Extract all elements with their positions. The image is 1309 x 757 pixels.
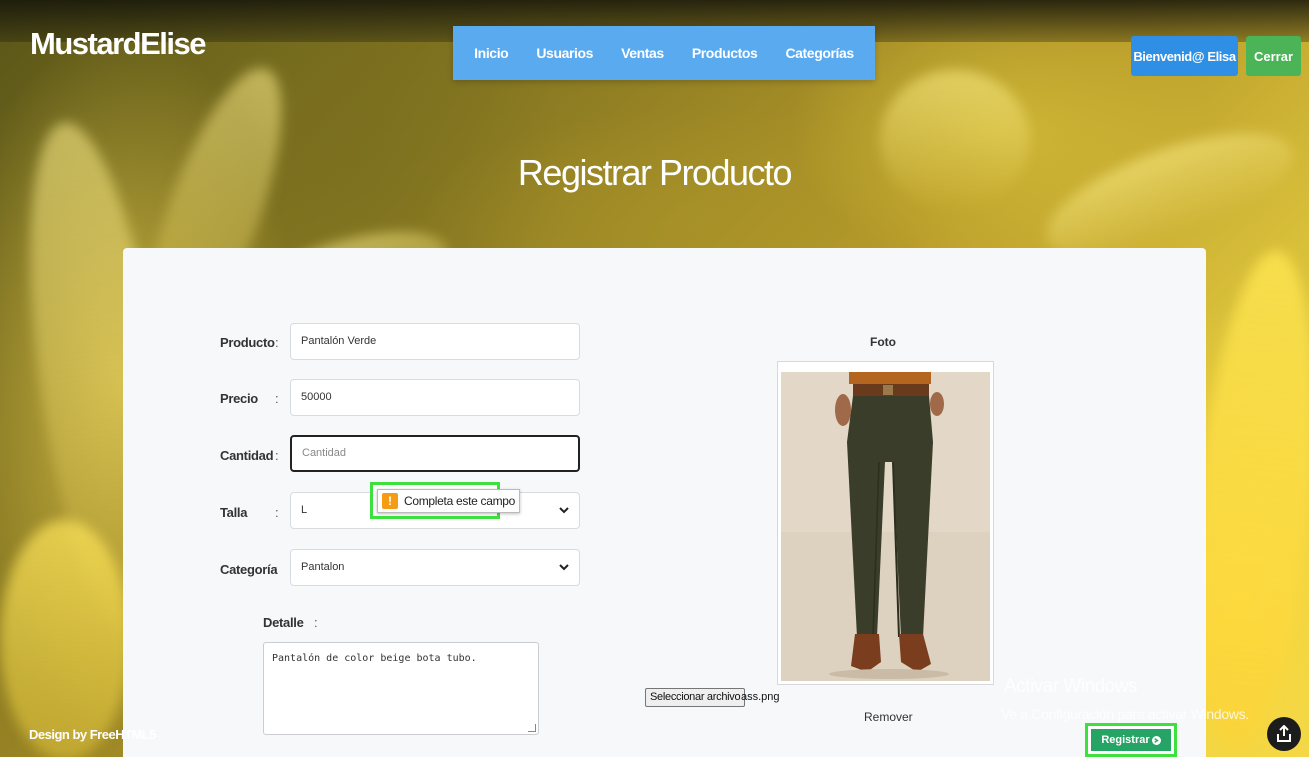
talla-colon: : (275, 505, 279, 520)
producto-colon: : (275, 335, 279, 350)
categoria-value: Pantalon (301, 561, 345, 573)
windows-activation-title: Activar Windows (1004, 676, 1137, 697)
detalle-colon: : (314, 615, 318, 630)
talla-label: Talla (220, 505, 248, 520)
precio-colon: : (275, 391, 279, 406)
chevron-down-icon (559, 507, 569, 514)
chevron-down-icon (559, 564, 569, 571)
cantidad-label: Cantidad (220, 448, 274, 463)
cantidad-input[interactable]: Cantidad (290, 435, 580, 472)
share-button[interactable] (1267, 717, 1301, 751)
detalle-label: Detalle (263, 615, 304, 630)
nav-item-productos[interactable]: Productos (692, 45, 758, 61)
product-photo (781, 372, 990, 681)
share-icon (1277, 725, 1291, 742)
nav-item-usuarios[interactable]: Usuarios (536, 45, 593, 61)
registrar-button[interactable]: Registrar (1091, 729, 1171, 751)
photo-preview-frame (777, 361, 994, 685)
nav-item-inicio[interactable]: Inicio (474, 45, 509, 61)
windows-activation-subtitle: Ve a Configuración para activar Windows. (1001, 706, 1249, 722)
choose-file-button[interactable]: Seleccionar archivo (645, 688, 746, 707)
registrar-label: Registrar (1101, 734, 1150, 746)
precio-input[interactable]: 50000 (290, 379, 580, 416)
arrow-circle-icon (1151, 735, 1161, 745)
warning-icon: ! (382, 492, 398, 509)
precio-label: Precio (220, 391, 258, 406)
validation-tooltip: ! Completa este campo (370, 482, 521, 519)
nav-item-categorias[interactable]: Categorías (785, 45, 854, 61)
file-name: ass.png (741, 691, 780, 703)
remove-photo-link[interactable]: Remover (864, 710, 913, 724)
detalle-textarea[interactable]: Pantalón de color beige bota tubo. (263, 642, 539, 735)
welcome-button[interactable]: Bienvenid@ Elisa (1131, 36, 1238, 76)
validation-message: Completa este campo (404, 493, 516, 508)
detalle-value: Pantalón de color beige bota tubo. (272, 653, 477, 664)
producto-input[interactable]: Pantalón Verde (290, 323, 580, 360)
talla-value: L (301, 504, 308, 516)
producto-label: Producto (220, 335, 275, 350)
page-title: Registrar Producto (517, 152, 793, 193)
foto-label: Foto (870, 335, 896, 349)
main-nav: Inicio Usuarios Ventas Productos Categor… (453, 26, 875, 80)
categoria-label: Categoría (220, 562, 278, 577)
resize-grip-icon[interactable] (528, 724, 536, 732)
cantidad-colon: : (275, 448, 279, 463)
footer-credit: Design by FreeHTML5 (29, 727, 157, 742)
categoria-select[interactable]: Pantalon (290, 549, 580, 586)
categoria-colon: : (274, 562, 278, 577)
logout-button[interactable]: Cerrar (1246, 36, 1301, 76)
brand-logo[interactable]: MustardElise (30, 26, 206, 62)
cantidad-placeholder: Cantidad (302, 447, 347, 459)
nav-item-ventas[interactable]: Ventas (621, 45, 664, 61)
submit-highlight: Registrar (1085, 723, 1177, 757)
